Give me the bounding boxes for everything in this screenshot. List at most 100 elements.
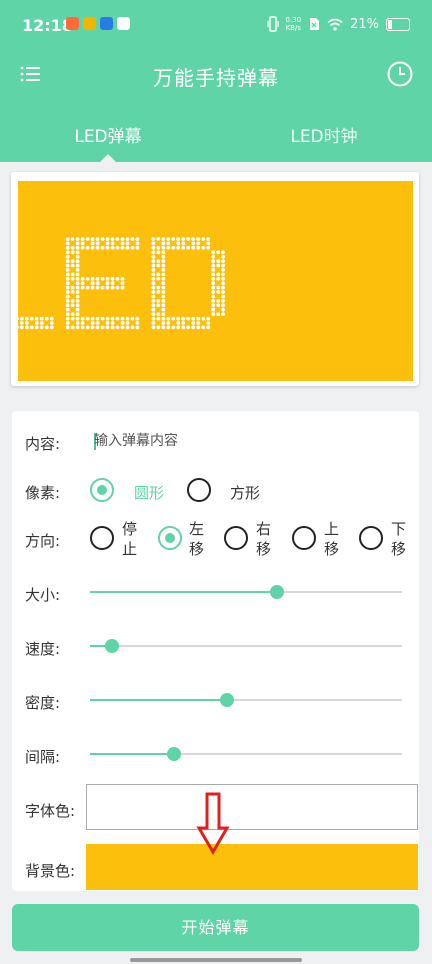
direction-right-radio[interactable] xyxy=(224,526,248,550)
direction-left-radio[interactable] xyxy=(158,526,182,550)
clock-icon[interactable] xyxy=(386,60,414,88)
pixel-circle-radio[interactable] xyxy=(90,478,114,502)
led-dot xyxy=(156,259,161,263)
led-dot xyxy=(75,325,80,330)
led-dot xyxy=(100,237,105,241)
led-dot xyxy=(75,250,80,255)
led-dot xyxy=(34,316,39,321)
led-dot xyxy=(151,237,156,241)
led-dot xyxy=(105,237,110,241)
direction-up-radio[interactable] xyxy=(292,526,316,550)
tab-led-clock[interactable]: LED时钟 xyxy=(216,122,432,147)
led-dot xyxy=(135,316,140,321)
led-dot xyxy=(44,325,49,330)
led-dot xyxy=(120,241,125,246)
led-dot xyxy=(156,272,161,277)
led-dot xyxy=(161,316,166,321)
led-dot xyxy=(65,312,70,316)
led-dot xyxy=(161,259,166,263)
led-dot xyxy=(65,245,70,250)
start-danmu-button[interactable]: 开始弹幕 xyxy=(12,904,419,951)
slider-thumb[interactable] xyxy=(220,693,235,707)
density-slider[interactable] xyxy=(90,688,402,712)
led-dot xyxy=(90,281,95,286)
interval-slider[interactable] xyxy=(90,742,402,766)
led-dot xyxy=(171,316,176,321)
speed-label: 速度: xyxy=(25,640,61,658)
led-dot xyxy=(216,272,221,277)
led-dot xyxy=(49,321,54,325)
led-dot xyxy=(29,316,34,321)
direction-stop-label[interactable]: 停止 xyxy=(122,519,138,559)
bg-color-picker[interactable] xyxy=(86,844,418,890)
slider-thumb[interactable] xyxy=(104,639,119,653)
content-input[interactable] xyxy=(94,427,394,455)
pixel-square-radio[interactable] xyxy=(187,478,211,502)
led-dot xyxy=(125,241,130,246)
pixel-square-label[interactable]: 方形 xyxy=(230,482,260,503)
led-dot xyxy=(201,237,206,241)
size-slider[interactable] xyxy=(90,580,402,604)
led-dot xyxy=(191,241,196,246)
led-dot xyxy=(151,299,156,303)
tab-bar: LED弹幕 LED时钟 xyxy=(0,110,432,163)
led-dot xyxy=(70,316,75,321)
direction-down-radio[interactable] xyxy=(359,526,383,550)
led-dot xyxy=(211,294,216,299)
led-dot xyxy=(161,245,166,250)
led-dot xyxy=(196,325,201,330)
led-dot xyxy=(211,303,216,308)
led-dot xyxy=(221,307,226,312)
home-indicator xyxy=(130,958,302,962)
led-dot xyxy=(156,299,161,303)
status-bar: 12:18 0.30 KB/s 21% xyxy=(0,0,432,50)
app-header: 12:18 0.30 KB/s 21% 万能手持弹幕 LED弹幕 LED时钟 xyxy=(0,0,432,163)
slider-thumb[interactable] xyxy=(167,747,182,761)
led-dot-text xyxy=(18,237,226,330)
slider-fill xyxy=(90,699,228,701)
led-dot xyxy=(151,325,156,330)
led-dot xyxy=(161,299,166,303)
direction-down-label[interactable]: 下移 xyxy=(391,519,407,559)
vibrate-icon xyxy=(266,16,279,32)
led-dot xyxy=(100,245,105,250)
led-dot xyxy=(65,254,70,259)
led-dot xyxy=(151,268,156,272)
led-dot xyxy=(75,268,80,272)
led-dot xyxy=(65,307,70,312)
led-dot xyxy=(110,276,115,281)
led-dot xyxy=(130,237,135,241)
led-dot xyxy=(221,272,226,277)
led-dot xyxy=(196,241,201,246)
led-dot xyxy=(80,285,85,290)
led-dot xyxy=(80,241,85,246)
led-dot xyxy=(161,237,166,241)
led-dot xyxy=(65,250,70,255)
led-dot xyxy=(70,245,75,250)
tab-led-danmu[interactable]: LED弹幕 xyxy=(0,122,216,147)
led-dot xyxy=(161,241,166,246)
led-dot xyxy=(156,312,161,316)
pixel-circle-label[interactable]: 圆形 xyxy=(134,482,164,503)
led-dot xyxy=(221,294,226,299)
led-dot xyxy=(125,325,130,330)
led-dot xyxy=(95,321,100,325)
led-dot xyxy=(85,276,90,281)
slider-thumb[interactable] xyxy=(270,585,285,599)
direction-stop-radio[interactable] xyxy=(90,526,114,550)
led-dot xyxy=(156,325,161,330)
led-dot xyxy=(161,294,166,299)
led-dot xyxy=(25,316,29,321)
led-dot xyxy=(105,321,110,325)
led-dot xyxy=(34,321,39,325)
pixel-label: 像素: xyxy=(25,484,61,502)
font-color-picker[interactable] xyxy=(86,784,418,830)
direction-up-label[interactable]: 上移 xyxy=(324,519,340,559)
led-dot xyxy=(49,325,54,330)
led-dot xyxy=(65,325,70,330)
led-dot xyxy=(19,325,24,330)
speed-slider[interactable] xyxy=(90,634,402,658)
direction-left-label[interactable]: 左移 xyxy=(189,519,205,559)
direction-right-label[interactable]: 右移 xyxy=(256,519,272,559)
led-dot xyxy=(211,299,216,303)
